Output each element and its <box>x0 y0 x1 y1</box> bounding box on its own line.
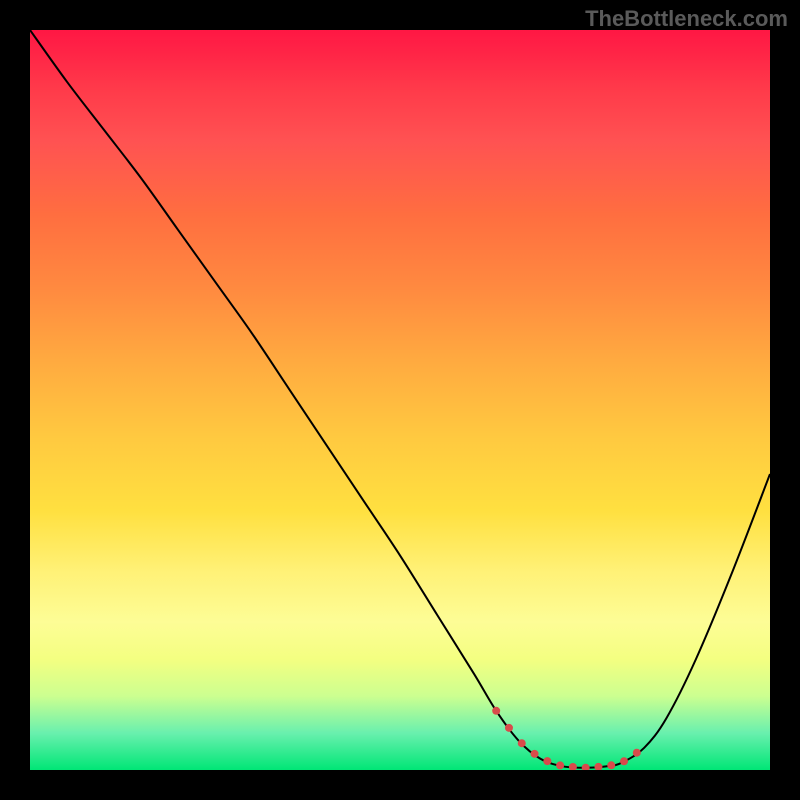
chart-svg-layer <box>30 30 770 770</box>
marker-dot <box>633 749 641 757</box>
marker-dot <box>505 724 513 732</box>
marker-dot <box>620 757 628 765</box>
marker-dot <box>556 761 564 769</box>
watermark-text: TheBottleneck.com <box>585 6 788 32</box>
marker-dot <box>607 761 615 769</box>
marker-dot <box>543 757 551 765</box>
marker-dot <box>531 750 539 758</box>
marker-dot <box>569 763 577 770</box>
marker-dot <box>594 763 602 770</box>
marker-dot <box>518 739 526 747</box>
curve-minimum-markers <box>492 707 641 770</box>
marker-dot <box>492 707 500 715</box>
marker-dot <box>582 764 590 770</box>
chart-plot-area <box>30 30 770 770</box>
bottleneck-curve <box>30 30 770 768</box>
